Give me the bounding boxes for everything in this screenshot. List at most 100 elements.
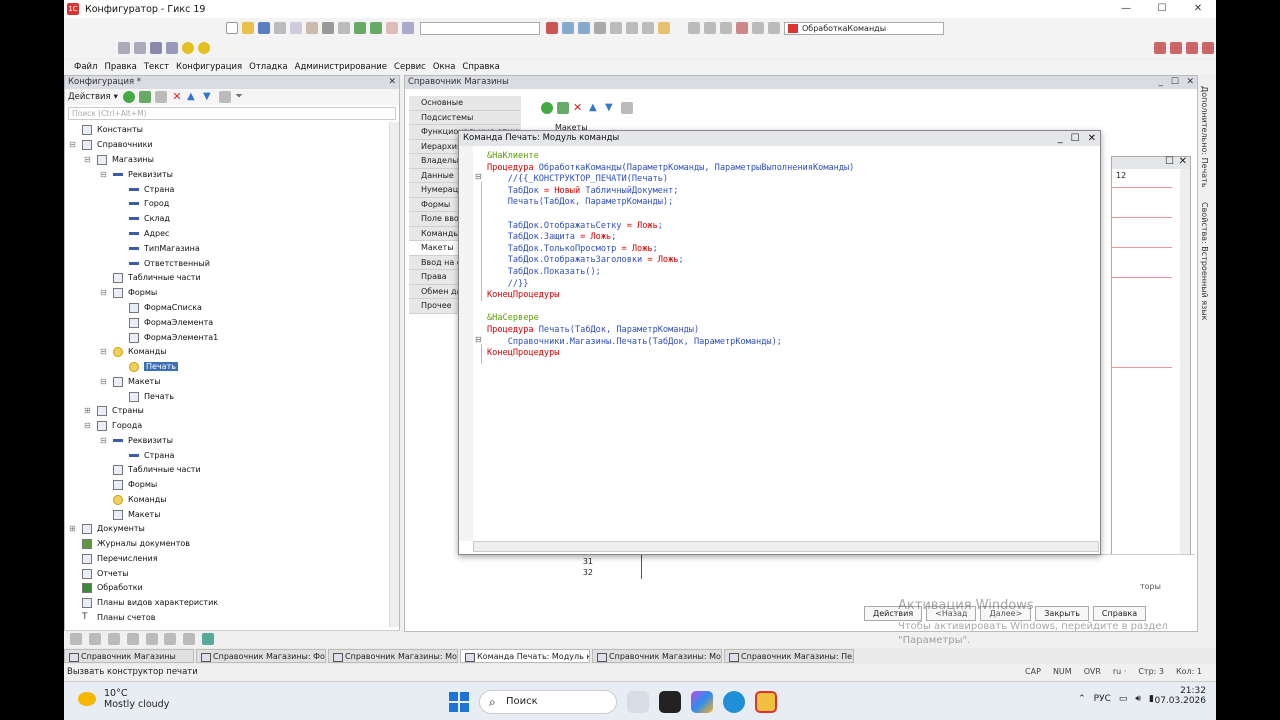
tree-node[interactable]: ⊟ Реквизиты (100, 434, 173, 447)
collapse-icon[interactable]: ⊟ (475, 335, 482, 344)
maximize-button[interactable]: ☐ (1144, 0, 1180, 18)
cut-icon[interactable] (274, 22, 286, 34)
code-line[interactable]: КонецПроцедуры (487, 348, 1087, 360)
keyboard-lang[interactable]: РУС (1094, 694, 1111, 704)
code-line[interactable] (487, 302, 1087, 314)
code-line[interactable]: ТабДок = Новый ТабличныйДокумент; (487, 186, 1087, 198)
find-next-icon[interactable] (562, 22, 574, 34)
close-icon[interactable]: ✕ (1186, 76, 1194, 89)
new-doc-icon[interactable] (226, 22, 238, 34)
indent-icon[interactable] (642, 22, 654, 34)
tree-node[interactable]: Страна (129, 183, 174, 196)
code-line[interactable]: //{{_КОНСТРУКТОР_ПЕЧАТИ(Печать) (487, 174, 1087, 186)
tree-node[interactable]: Константы (69, 123, 143, 136)
editor-hscrollbar[interactable] (473, 541, 1099, 552)
tool-icon[interactable] (107, 633, 120, 645)
code-editor[interactable]: &НаКлиенте Процедура ОбработкаКоманды(Пар… (487, 151, 1087, 541)
search-icon[interactable] (402, 22, 414, 34)
tree-node[interactable]: ⊟ Команды (100, 345, 167, 358)
tree-node[interactable]: ФормаСписка (129, 301, 202, 314)
actions-menu[interactable]: Действия (68, 92, 111, 102)
clear-icon[interactable] (546, 22, 558, 34)
menu-configuration[interactable]: Конфигурация (176, 62, 242, 72)
tree-node[interactable]: ⊞ Страны (84, 404, 144, 417)
tree-node[interactable]: ⊟ Реквизиты (100, 168, 173, 181)
tool-icon[interactable] (88, 633, 101, 645)
uncomment-icon[interactable] (736, 22, 748, 34)
close-dialog-button[interactable]: Закрыть (1035, 606, 1089, 621)
taskbar-search[interactable]: Поиск (479, 690, 617, 714)
format-icon[interactable] (626, 22, 638, 34)
wizard-icon[interactable] (658, 22, 670, 34)
tool-icon[interactable] (164, 633, 177, 645)
code-line[interactable]: Печать(ТабДок, ПараметрКоманды); (487, 197, 1087, 209)
tree-node[interactable]: Ответственный (129, 257, 210, 270)
window-tab[interactable]: Справочник Магазины: Мо... (328, 649, 458, 663)
delete-icon[interactable]: ✕ (171, 91, 183, 103)
tool-icon[interactable] (70, 633, 82, 645)
tree-node[interactable]: Команды (113, 493, 167, 506)
tree-node[interactable]: ⊟ Города (84, 419, 142, 432)
block-icon[interactable] (688, 22, 700, 34)
copy-icon[interactable] (290, 22, 302, 34)
edge-icon[interactable] (723, 691, 745, 713)
tree-node[interactable]: Планы видов характеристик (82, 596, 218, 609)
print-icon[interactable] (322, 22, 334, 34)
find-icon[interactable] (386, 22, 398, 34)
save-icon[interactable] (258, 22, 270, 34)
tree-node[interactable]: Печать (129, 390, 174, 403)
tool-icon[interactable] (183, 633, 196, 645)
close-icon[interactable]: ✕ (1179, 156, 1187, 167)
tool-icon[interactable] (126, 633, 139, 645)
collapse-icon[interactable]: ⊟ (475, 172, 482, 181)
code-line[interactable]: Процедура Печать(ТабДок, ПараметрКоманды… (487, 325, 1087, 337)
tree-scrollbar[interactable] (389, 122, 399, 627)
window-tab[interactable]: Справочник Магазины: Пе... (724, 649, 854, 663)
minimize-icon[interactable]: _ (1159, 76, 1164, 89)
battery-icon[interactable]: ▮ (1149, 694, 1154, 704)
tree-node[interactable]: Журналы документов (82, 537, 190, 550)
tree-node[interactable]: ТипМагазина (129, 242, 200, 255)
search-input[interactable]: Поиск (Ctrl+Alt+M) (68, 107, 396, 120)
close-button[interactable]: ✕ (1180, 0, 1216, 18)
maximize-icon[interactable]: ☐ (1165, 156, 1174, 167)
tab-subsystems[interactable]: Подсистемы (409, 110, 521, 125)
bookmark-icon[interactable] (594, 22, 606, 34)
tree-node[interactable]: ⊟ Формы (100, 286, 157, 299)
code-line[interactable]: &НаКлиенте (487, 151, 1087, 163)
tree-node[interactable]: Табличные части (113, 463, 201, 476)
tree-node[interactable]: Обработки (82, 581, 143, 594)
find-prev-icon[interactable] (578, 22, 590, 34)
window-tab[interactable]: Справочник Магазины (64, 649, 194, 663)
window-tab-active[interactable]: Команда Печать: Модуль к... (460, 649, 590, 663)
code-line[interactable]: //}} (487, 279, 1087, 291)
add-icon[interactable] (541, 102, 553, 114)
1c-app-icon[interactable] (755, 691, 777, 713)
code-line[interactable] (487, 209, 1087, 221)
tree-node[interactable]: Отчеты (82, 567, 129, 580)
maximize-icon[interactable]: ☐ (1071, 131, 1080, 146)
tree-node[interactable]: ⊟ Справочники (69, 138, 153, 151)
code-line[interactable]: ТабДок.Защита = Ложь; (487, 232, 1087, 244)
side-tab-print[interactable]: Дополнительно: Печать (1200, 86, 1209, 188)
close-icon[interactable]: ✕ (388, 76, 396, 89)
tree-node[interactable]: Т Планы счетов (82, 611, 155, 624)
maximize-icon[interactable]: ☐ (1171, 76, 1179, 89)
config-icon[interactable] (118, 42, 130, 54)
code-line[interactable]: Процедура ОбработкаКоманды(ПараметрКоман… (487, 163, 1087, 175)
tool-a-icon[interactable] (1154, 42, 1166, 54)
clock[interactable]: 21:32 07.03.2026 (1154, 686, 1206, 706)
tool-icon[interactable] (202, 633, 215, 645)
move-up-icon[interactable]: ▲ (589, 102, 601, 114)
tree-node[interactable]: Склад (129, 212, 170, 225)
copy-icon[interactable] (154, 91, 167, 103)
windows-start-icon[interactable] (449, 692, 469, 712)
tab-main[interactable]: Основные (409, 96, 521, 111)
minimize-button[interactable]: — (1108, 0, 1144, 18)
help-button[interactable]: Справка (1092, 606, 1147, 621)
weather-widget[interactable]: 10°C Mostly cloudy (78, 688, 169, 710)
tool-c-icon[interactable] (1186, 42, 1198, 54)
run-icon[interactable] (198, 42, 210, 54)
tree-node[interactable]: Макеты (113, 508, 161, 521)
list-icon[interactable] (621, 102, 633, 114)
